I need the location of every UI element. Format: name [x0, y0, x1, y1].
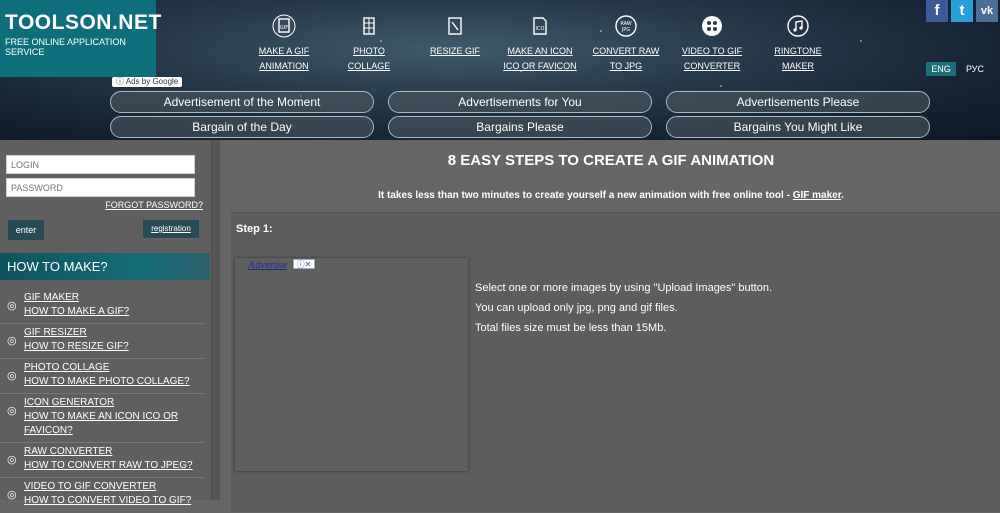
instruction-text: Total files size must be less than 15Mb.	[475, 322, 667, 334]
howto-title-link[interactable]: GIF MAKER	[24, 291, 204, 305]
ad-link[interactable]: Advertisements Please	[666, 91, 930, 113]
gif-file-icon: GIF	[272, 14, 296, 38]
page-subtitle: It takes less than two minutes to create…	[222, 190, 1000, 201]
ad-link[interactable]: Bargains Please	[388, 116, 652, 138]
nav-label: PHOTO COLLAGE	[347, 46, 391, 71]
howto-title-link[interactable]: GIF RESIZER	[24, 326, 204, 340]
list-item: ◎ GIF MAKER HOW TO MAKE A GIF?	[0, 291, 204, 324]
login-input[interactable]	[6, 155, 195, 174]
step-label: Step 1:	[236, 223, 273, 235]
ico-file-icon: ICO	[528, 14, 552, 38]
howto-title-link[interactable]: RAW CONVERTER	[24, 445, 204, 459]
logo-tagline: FREE ONLINE APPLICATION SERVICE	[5, 37, 126, 57]
lang-eng[interactable]: ENG	[926, 62, 956, 76]
howto-sub-link[interactable]: HOW TO MAKE PHOTO COLLAGE?	[24, 375, 204, 389]
ad-choices-icon[interactable]: ⓘ✕	[293, 259, 315, 269]
page-title: 8 EASY STEPS TO CREATE A GIF ANIMATION	[447, 152, 775, 169]
music-note-icon	[786, 14, 810, 38]
howto-sub-link[interactable]: HOW TO CONVERT VIDEO TO GIF?	[24, 494, 204, 508]
nav-make-icon[interactable]: ICO MAKE AN ICON ICO OR FAVICON	[500, 14, 580, 74]
spiral-icon: ◎	[7, 405, 17, 417]
nav-video-to-gif[interactable]: VIDEO TO GIF CONVERTER	[678, 14, 746, 74]
main-content: 8 EASY STEPS TO CREATE A GIF ANIMATION I…	[222, 140, 1000, 512]
logo-name: TOOLSON.NET	[5, 11, 162, 34]
nav-label: RESIZE GIF	[429, 46, 480, 56]
nav-convert-raw[interactable]: RAW JPG CONVERT RAW TO JPG	[586, 14, 666, 74]
nav-resize-gif[interactable]: RESIZE GIF	[428, 14, 482, 59]
ad-link[interactable]: Advertisements for You	[388, 91, 652, 113]
list-item: ◎ GIF RESIZER HOW TO RESIZE GIF?	[0, 326, 204, 359]
howto-title-link[interactable]: ICON GENERATOR	[24, 396, 204, 410]
ad-link[interactable]: Advertisement of the Moment	[110, 91, 374, 113]
site-header: TOOLSON.NET FREE ONLINE APPLICATION SERV…	[0, 0, 1000, 140]
subtitle-end: .	[841, 190, 844, 201]
spiral-icon: ◎	[7, 454, 17, 466]
vk-icon[interactable]: vk	[976, 0, 998, 22]
ads-by-google[interactable]: ⓘ Ads by Google	[112, 77, 183, 87]
subtitle-text: It takes less than two minutes to create…	[378, 190, 793, 201]
nav-label: MAKE AN ICON ICO OR FAVICON	[503, 46, 577, 71]
enter-button[interactable]: enter	[8, 220, 44, 240]
howto-sub-link[interactable]: HOW TO RESIZE GIF?	[24, 340, 204, 354]
spiral-icon: ◎	[7, 335, 17, 347]
svg-text:JPG: JPG	[621, 27, 630, 33]
list-item: ◎ VIDEO TO GIF CONVERTER HOW TO CONVERT …	[0, 480, 204, 513]
svg-text:GIF: GIF	[280, 25, 288, 31]
facebook-icon[interactable]: f	[926, 0, 948, 22]
howto-sub-link[interactable]: HOW TO MAKE AN ICON ICO OR FAVICON?	[24, 410, 204, 438]
list-item: ◎ RAW CONVERTER HOW TO CONVERT RAW TO JP…	[0, 445, 204, 478]
howto-title-link[interactable]: VIDEO TO GIF CONVERTER	[24, 480, 204, 494]
svg-text:ICO: ICO	[536, 26, 545, 32]
logo[interactable]: TOOLSON.NET FREE ONLINE APPLICATION SERV…	[0, 0, 161, 77]
instruction-text: Select one or more images by using "Uplo…	[475, 282, 773, 294]
forgot-password-link[interactable]: FORGOT PASSWORD?	[105, 200, 203, 210]
info-icon: ⓘ	[116, 77, 126, 86]
howto-title-link[interactable]: PHOTO COLLAGE	[24, 361, 204, 375]
lang-rus[interactable]: РУС	[960, 62, 990, 76]
ad-link[interactable]: Bargain of the Day	[110, 116, 374, 138]
twitter-icon[interactable]: t	[951, 0, 973, 22]
spiral-icon: ◎	[7, 300, 17, 312]
gif-maker-link[interactable]: GIF maker	[793, 190, 841, 201]
ad-link[interactable]: Advertise	[248, 260, 287, 271]
sidebar: FORGOT PASSWORD? enter registration HOW …	[0, 140, 212, 506]
film-reel-icon	[700, 14, 724, 38]
nav-photo-collage[interactable]: PHOTO COLLAGE	[332, 14, 406, 74]
nav-label: RINGTONE MAKER	[774, 46, 822, 71]
resize-icon	[443, 14, 467, 38]
nav-make-gif[interactable]: GIF MAKE A GIF ANIMATION	[256, 14, 312, 74]
nav-ringtone-maker[interactable]: RINGTONE MAKER	[758, 14, 838, 74]
nav-label: VIDEO TO GIF CONVERTER	[681, 46, 743, 71]
step-panel: Step 1: Advertise ⓘ✕ Select one or more …	[231, 212, 1000, 512]
howto-sub-link[interactable]: HOW TO CONVERT RAW TO JPEG?	[24, 459, 204, 473]
raw-convert-icon: RAW JPG	[614, 14, 638, 38]
nav-label: CONVERT RAW TO JPG	[592, 46, 660, 71]
instruction-text: You can upload only jpg, png and gif fil…	[475, 302, 678, 314]
sidebar-scrollbar[interactable]	[212, 140, 220, 500]
howto-heading: HOW TO MAKE?	[0, 253, 210, 280]
howto-sub-link[interactable]: HOW TO MAKE A GIF?	[24, 305, 204, 319]
list-item: ◎ ICON GENERATOR HOW TO MAKE AN ICON ICO…	[0, 396, 204, 443]
spiral-icon: ◎	[7, 370, 17, 382]
ad-link[interactable]: Bargains You Might Like	[666, 116, 930, 138]
registration-button[interactable]: registration	[143, 220, 199, 238]
list-item: ◎ PHOTO COLLAGE HOW TO MAKE PHOTO COLLAG…	[0, 361, 204, 394]
photo-collage-icon	[357, 14, 381, 38]
password-input[interactable]	[6, 178, 195, 197]
ad-box: Advertise ⓘ✕	[235, 258, 468, 471]
nav-label: MAKE A GIF ANIMATION	[258, 46, 310, 71]
